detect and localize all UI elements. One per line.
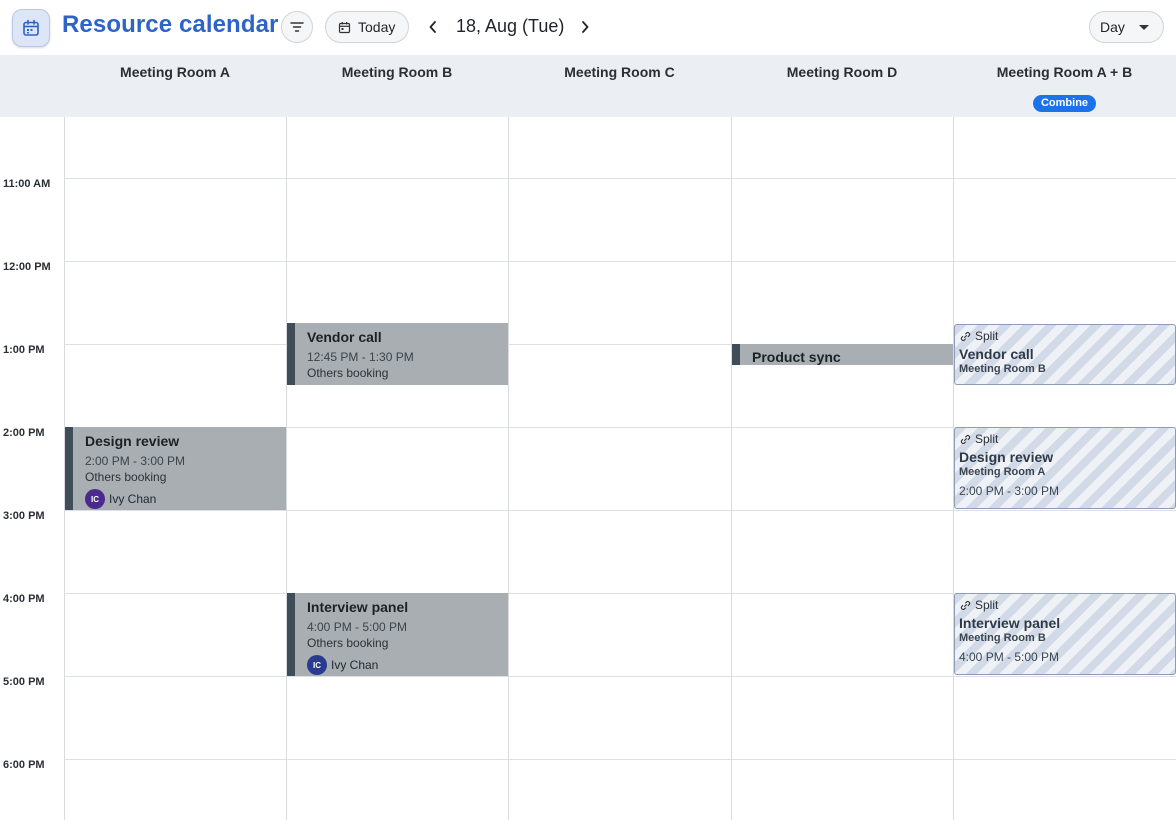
resource-name: Meeting Room D [786,64,898,80]
hour-line [64,759,1176,760]
column-divider [731,117,732,820]
split-title: Interview panel [959,615,1061,631]
event-note: Others booking [85,470,167,484]
split-event-design-review[interactable]: Split Design review Meeting Room A 2:00 … [954,427,1176,509]
link-icon [960,331,971,341]
split-title: Vendor call [959,346,1034,362]
filter-button[interactable] [281,11,313,43]
chevron-right-icon [582,21,589,33]
resource-name: Meeting Room A + B [996,64,1133,80]
hour-line [64,178,1176,179]
split-room: Meeting Room B [959,363,1046,375]
split-label: Split [975,329,999,343]
event-time: 4:00 PM - 5:00 PM [307,620,408,634]
attendee-name: Ivy Chan [109,492,157,506]
attendee-name: Ivy Chan [331,658,379,672]
resource-column-header[interactable]: Meeting Room A [64,55,286,117]
column-divider [508,117,509,820]
event-title: Interview panel [307,599,409,615]
hour-line [64,261,1176,262]
link-icon [960,600,971,610]
next-day-button[interactable] [572,14,598,40]
resource-column-header[interactable]: Meeting Room B [286,55,508,117]
avatar: IC [85,489,105,509]
calendar-header: Resource calendar Today 18, Aug (Tue) Da… [0,0,1176,55]
combine-badge[interactable]: Combine [1032,95,1097,112]
split-label: Split [975,598,999,612]
today-label: Today [358,19,396,35]
event-title: Vendor call [307,329,382,345]
split-label: Split [975,432,999,446]
split-event-vendor-call[interactable]: Split Vendor call Meeting Room B [954,324,1176,385]
event-design-review[interactable]: Design review 2:00 PM - 3:00 PM Others b… [65,427,286,510]
view-select[interactable]: Day [1089,11,1164,43]
time-label: 5:00 PM [3,676,45,688]
time-label: 12:00 PM [3,261,51,273]
time-label: 11:00 AM [3,178,51,190]
split-event-interview-panel[interactable]: Split Interview panel Meeting Room B 4:0… [954,593,1176,675]
split-header: Split [960,329,998,343]
time-label: 6:00 PM [3,759,45,771]
time-label: 2:00 PM [3,427,45,439]
link-icon [960,434,971,444]
chevron-left-icon [429,21,436,33]
current-date: 18, Aug (Tue) [456,16,565,36]
column-divider [286,117,287,820]
event-attendee: IC Ivy Chan [307,655,378,675]
resource-column-header[interactable]: Meeting Room A + B Combine [953,55,1176,117]
resource-column-header[interactable]: Meeting Room D [731,55,953,117]
previous-day-button[interactable] [420,14,446,40]
split-header: Split [960,432,998,446]
event-title: Product sync [752,349,841,365]
filter-icon [290,22,304,32]
avatar: IC [307,655,327,675]
calendar-icon [23,19,39,36]
calendar-small-icon [338,21,351,33]
time-label: 4:00 PM [3,593,45,605]
event-title: Design review [85,433,180,449]
split-room: Meeting Room A [959,466,1046,478]
resource-name: Meeting Room C [564,64,675,80]
caret-down-icon [1139,25,1149,30]
time-label: 1:00 PM [3,344,45,356]
resource-name: Meeting Room B [341,64,453,80]
event-vendor-call[interactable]: Vendor call 12:45 PM - 1:30 PM Others bo… [287,323,508,385]
event-attendee: IC Ivy Chan [85,489,156,509]
event-time: 2:00 PM - 3:00 PM [85,454,186,468]
hour-line [64,510,1176,511]
split-room: Meeting Room B [959,632,1046,644]
split-time: 2:00 PM - 3:00 PM [959,484,1060,498]
resource-name: Meeting Room A [120,64,230,80]
calendar-app-icon[interactable] [12,9,50,47]
view-select-value: Day [1100,19,1125,35]
time-label: 3:00 PM [3,510,45,522]
resource-header-row: Meeting Room A Meeting Room B Meeting Ro… [0,55,1176,117]
split-header: Split [960,598,998,612]
split-time: 4:00 PM - 5:00 PM [959,650,1060,664]
page-title: Resource calendar [62,11,279,38]
event-note: Others booking [307,636,389,650]
event-product-sync[interactable]: Product sync [732,344,953,365]
today-button[interactable]: Today [325,11,410,43]
resource-column-header[interactable]: Meeting Room C [508,55,731,117]
hour-line [64,676,1176,677]
event-note: Others booking [307,366,389,380]
event-time: 12:45 PM - 1:30 PM [307,350,414,364]
day-grid[interactable]: 11:00 AM 12:00 PM 1:00 PM 2:00 PM 3:00 P… [0,117,1176,820]
split-title: Design review [959,449,1054,465]
event-interview-panel[interactable]: Interview panel 4:00 PM - 5:00 PM Others… [287,593,508,676]
